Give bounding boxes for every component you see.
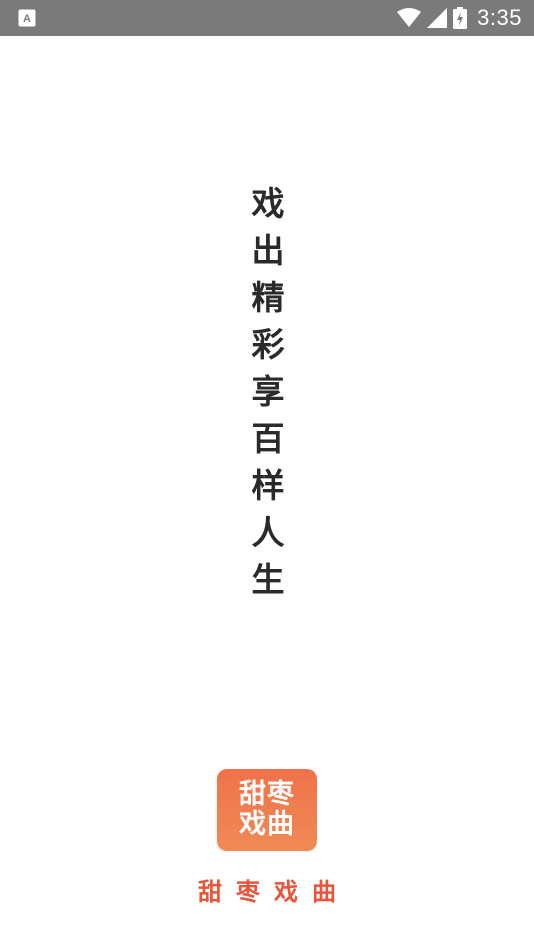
status-bar: A 3:35	[0, 0, 534, 36]
slogan-char: 生	[251, 560, 285, 599]
slogan-char: 戏	[251, 184, 285, 223]
battery-charging-icon	[453, 7, 468, 29]
logo-line-1: 甜枣	[239, 779, 295, 810]
status-icons: 3:35	[397, 0, 522, 36]
app-logo: 甜枣 戏曲	[217, 769, 317, 851]
wifi-icon	[397, 8, 422, 28]
slogan-char: 样	[251, 466, 285, 505]
cell-signal-icon	[427, 8, 448, 28]
slogan-char: 百	[251, 419, 285, 458]
splash-screen: A 3:35 戏 出 精 彩 享 百 样 人 生 甜枣 戏曲 甜枣戏曲	[0, 0, 534, 950]
slogan-char: 人	[251, 513, 285, 552]
text-a-icon: A	[18, 9, 36, 27]
status-time: 3:35	[477, 5, 522, 30]
app-name: 甜枣戏曲	[198, 878, 350, 906]
slogan-char: 精	[251, 278, 285, 317]
svg-text:A: A	[23, 13, 31, 25]
logo-line-2: 戏曲	[239, 809, 295, 840]
slogan-char: 享	[251, 372, 285, 411]
slogan-char: 彩	[251, 325, 285, 364]
slogan-char: 出	[251, 231, 285, 270]
slogan-vertical: 戏 出 精 彩 享 百 样 人 生	[248, 180, 288, 603]
